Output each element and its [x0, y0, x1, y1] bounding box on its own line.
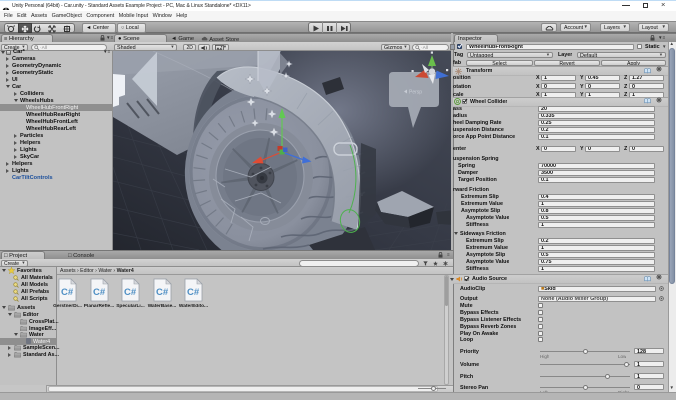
svg-text:C#: C# [156, 287, 169, 298]
svg-text:C#: C# [124, 287, 137, 298]
svg-text:Persp: Persp [409, 90, 422, 96]
svg-text:C#: C# [61, 287, 74, 298]
svg-text:C#: C# [93, 287, 106, 298]
svg-text:C#: C# [187, 287, 200, 298]
